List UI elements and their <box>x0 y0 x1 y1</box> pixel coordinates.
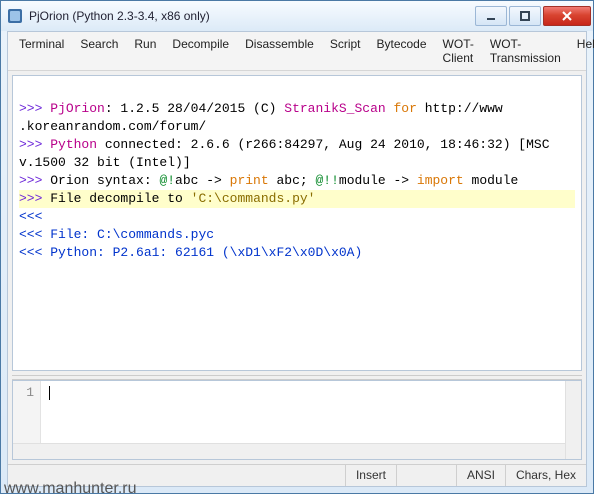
text <box>386 101 394 116</box>
text: Orion syntax: <box>50 173 159 188</box>
status-insert[interactable]: Insert <box>345 465 396 486</box>
line-number: 1 <box>26 385 34 400</box>
caret <box>49 386 50 400</box>
window-controls <box>475 6 591 26</box>
app-icon <box>7 8 23 24</box>
text: .koreanrandom.com/forum/ <box>19 119 206 134</box>
text: File: C:\commands.pyc <box>50 227 214 242</box>
text: StranikS_Scan <box>284 101 385 116</box>
text: File decompile to <box>50 191 190 206</box>
menu-wot-client[interactable]: WOT-Client <box>436 35 481 67</box>
status-empty <box>396 465 456 486</box>
text: : 1.2.5 28/04/2015 (C) <box>105 101 284 116</box>
status-encoding[interactable]: ANSI <box>456 465 505 486</box>
text: abc; <box>269 173 316 188</box>
menu-terminal[interactable]: Terminal <box>12 35 71 67</box>
text: module -> <box>339 173 417 188</box>
prompt: >>> <box>19 173 50 188</box>
prompt: >>> <box>19 137 50 152</box>
status-mode[interactable]: Chars, Hex <box>505 465 586 486</box>
keyword: import <box>417 173 464 188</box>
editor-pane[interactable]: 1 <box>12 380 582 460</box>
text: Python <box>50 137 97 152</box>
menu-run[interactable]: Run <box>127 35 163 67</box>
maximize-button[interactable] <box>509 6 541 26</box>
menu-wot-transmission[interactable]: WOT-Transmission <box>483 35 568 67</box>
text: v.1500 32 bit (Intel)] <box>19 155 191 170</box>
scrollbar-vertical[interactable] <box>565 381 581 459</box>
prompt-out: <<< <box>19 209 42 224</box>
text: connected: 2.6.6 (r266:84297, Aug 24 201… <box>97 137 557 152</box>
prompt-out: <<< <box>19 245 50 260</box>
prompt: >>> <box>19 191 50 206</box>
keyword: print <box>230 173 269 188</box>
console-output[interactable]: >>> PjOrion: 1.2.5 28/04/2015 (C) Strani… <box>12 75 582 371</box>
menu-help[interactable]: Help <box>570 35 594 67</box>
text: @!! <box>315 173 338 188</box>
path: 'C:\commands.py' <box>191 191 316 206</box>
client-area: Terminal Search Run Decompile Disassembl… <box>7 31 587 487</box>
app-window: PjOrion (Python 2.3-3.4, x86 only) Termi… <box>0 0 594 494</box>
text: module <box>464 173 519 188</box>
prompt-out: <<< <box>19 227 50 242</box>
close-button[interactable] <box>543 6 591 26</box>
window-title: PjOrion (Python 2.3-3.4, x86 only) <box>29 9 475 23</box>
watermark: www.manhunter.ru <box>4 480 137 498</box>
text: abc -> <box>175 173 230 188</box>
keyword: for <box>394 101 417 116</box>
menu-disassemble[interactable]: Disassemble <box>238 35 321 67</box>
prompt: >>> <box>19 101 50 116</box>
menu-bytecode[interactable]: Bytecode <box>370 35 434 67</box>
menubar: Terminal Search Run Decompile Disassembl… <box>8 32 586 71</box>
text: @! <box>159 173 175 188</box>
text: http://www <box>417 101 503 116</box>
minimize-button[interactable] <box>475 6 507 26</box>
menu-script[interactable]: Script <box>323 35 368 67</box>
menu-search[interactable]: Search <box>73 35 125 67</box>
titlebar[interactable]: PjOrion (Python 2.3-3.4, x86 only) <box>1 1 593 31</box>
text: Python: P2.6a1: 62161 (\xD1\xF2\x0D\x0A) <box>50 245 362 260</box>
menu-decompile[interactable]: Decompile <box>165 35 236 67</box>
scrollbar-horizontal[interactable] <box>13 443 565 459</box>
text: PjOrion <box>50 101 105 116</box>
